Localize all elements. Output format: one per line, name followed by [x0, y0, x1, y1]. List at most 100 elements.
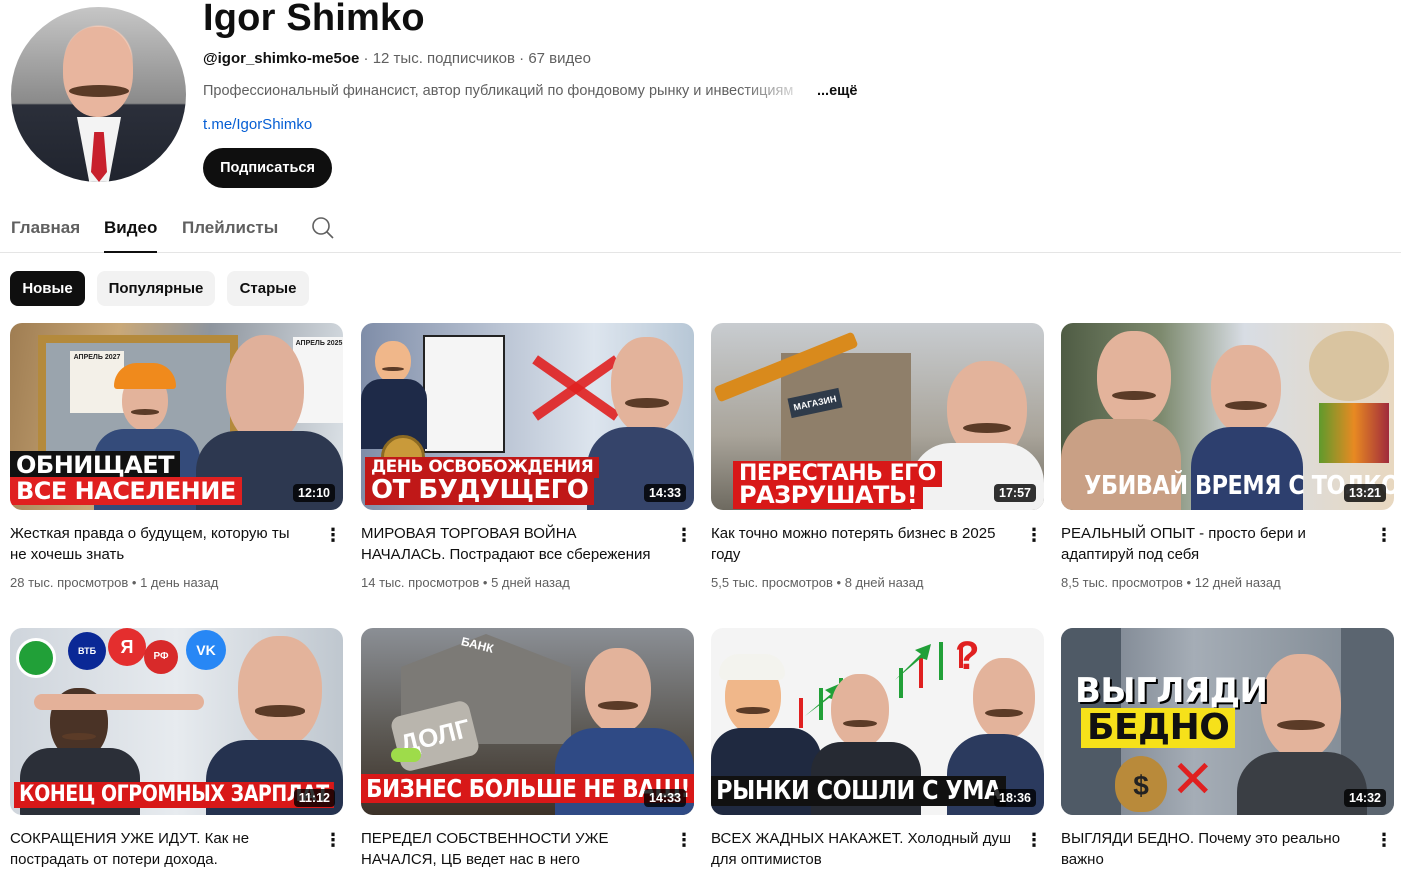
politician-face [831, 674, 889, 748]
video-title[interactable]: ВЫГЛЯДИ БЕДНО. Почему это реально важно [1061, 828, 1361, 870]
video-metadata: 8,5 тыс. просмотров • 12 дней назад [1061, 575, 1281, 590]
description-more-link[interactable]: ...ещё [817, 83, 857, 99]
video-card[interactable]: БАНК ДОЛГ БИЗНЕС БОЛЬШЕ НЕ ВАШ! 14:33 ПЕ… [361, 628, 694, 868]
search-icon[interactable] [311, 216, 335, 240]
video-count: 67 видео [528, 50, 591, 67]
upload-age: 1 день назад [140, 575, 219, 590]
more-vert-icon[interactable]: ⋮ [323, 524, 343, 548]
thumbnail-caption-line1: ОБНИЩАЕТ [10, 451, 181, 479]
upload-age: 8 дней назад [844, 575, 924, 590]
thumbnail-caption-line1: КОНЕЦ ОГРОМНЫХ ЗАРПЛАТ [14, 782, 334, 808]
video-card[interactable]: АПРЕЛЬ 2027 АПРЕЛЬ 2025 ОБНИЩАЕТ ВСЕ НАС… [10, 323, 343, 590]
more-vert-icon[interactable]: ⋮ [1024, 829, 1044, 853]
question-mark-icon: ? [955, 634, 980, 678]
more-vert-icon[interactable]: ⋮ [674, 829, 694, 853]
politician-face [375, 341, 411, 383]
video-thumbnail[interactable]: МАГАЗИН ПЕРЕСТАНЬ ЕГО РАЗРУШАТЬ! 17:57 [711, 323, 1044, 510]
channel-header: Igor Shimko @igor_shimko-me5oe · 12 тыс.… [0, 0, 1401, 200]
video-metadata: 28 тыс. просмотров • 1 день назад [10, 575, 219, 590]
video-card[interactable]: ВТБ Я РФ VK КОНЕЦ ОГРОМНЫХ ЗАРПЛАТ 11:12… [10, 628, 343, 868]
video-card[interactable]: ДЕНЬ ОСВОБОЖДЕНИЯ ОТ БУДУЩЕГО 14:33 МИРО… [361, 323, 694, 590]
video-card[interactable]: ВЫГЛЯДИ БЕДНО $ ✕ 14:32 ВЫГЛЯДИ БЕДНО. П… [1061, 628, 1394, 868]
tab-home[interactable]: Главная [11, 218, 80, 238]
bank-logo-vk-icon: VK [186, 630, 226, 670]
more-vert-icon[interactable]: ⋮ [1024, 524, 1044, 548]
tariff-board [423, 335, 505, 453]
thumbnail-caption-line1: ВЫГЛЯДИ [1075, 671, 1268, 711]
video-metadata: 14 тыс. просмотров • 5 дней назад [361, 575, 570, 590]
thumbnail-caption-line2: ОТ БУДУЩЕГО [365, 475, 595, 505]
person-face [585, 648, 651, 734]
avatar-mustache [69, 85, 129, 97]
channel-title: Igor Shimko [203, 0, 425, 39]
more-vert-icon[interactable]: ⋮ [1374, 524, 1394, 548]
video-card[interactable]: ? РЫНКИ СОШЛИ С УМА 18:36 ВСЕХ ЖАДНЫХ НА… [711, 628, 1044, 868]
person-face [238, 636, 322, 748]
channel-avatar[interactable] [11, 7, 186, 182]
video-thumbnail[interactable]: ? РЫНКИ СОШЛИ С УМА 18:36 [711, 628, 1044, 815]
video-title[interactable]: Жесткая правда о будущем, которую ты не … [10, 523, 310, 565]
subscriber-count: 12 тыс. подписчиков [372, 50, 515, 67]
channel-external-link[interactable]: t.me/IgorShimko [203, 116, 312, 133]
red-x-icon: ✕ [1171, 751, 1215, 809]
video-thumbnail[interactable]: БАНК ДОЛГ БИЗНЕС БОЛЬШЕ НЕ ВАШ! 14:33 [361, 628, 694, 815]
upload-age: 12 дней назад [1194, 575, 1281, 590]
meta-separator: · [519, 50, 525, 67]
view-count: 5,5 тыс. просмотров [711, 575, 833, 590]
video-thumbnail[interactable]: УБИВАЙ ВРЕМЯ С ТОЛКОМ 13:21 [1061, 323, 1394, 510]
video-title[interactable]: ВСЕХ ЖАДНЫХ НАКАЖЕТ. Холодный душ для оп… [711, 828, 1011, 870]
video-card[interactable]: МАГАЗИН ПЕРЕСТАНЬ ЕГО РАЗРУШАТЬ! 17:57 К… [711, 323, 1044, 590]
video-duration: 14:32 [1344, 789, 1386, 807]
video-duration: 14:33 [644, 789, 686, 807]
bank-logo-green-icon [16, 638, 56, 678]
vegetables [1319, 403, 1389, 463]
description-text: Профессиональный финансист, автор публик… [203, 83, 794, 99]
video-thumbnail[interactable]: ДЕНЬ ОСВОБОЖДЕНИЯ ОТ БУДУЩЕГО 14:33 [361, 323, 694, 510]
video-duration: 12:10 [293, 484, 335, 502]
video-thumbnail[interactable]: ВТБ Я РФ VK КОНЕЦ ОГРОМНЫХ ЗАРПЛАТ 11:12 [10, 628, 343, 815]
more-vert-icon[interactable]: ⋮ [1374, 829, 1394, 853]
video-title[interactable]: МИРОВАЯ ТОРГОВАЯ ВОЙНА НАЧАЛАСЬ. Пострад… [361, 523, 661, 565]
view-count: 8,5 тыс. просмотров [1061, 575, 1183, 590]
video-duration: 17:57 [994, 484, 1036, 502]
video-thumbnail[interactable]: АПРЕЛЬ 2027 АПРЕЛЬ 2025 ОБНИЩАЕТ ВСЕ НАС… [10, 323, 343, 510]
video-card[interactable]: УБИВАЙ ВРЕМЯ С ТОЛКОМ 13:21 РЕАЛЬНЫЙ ОПЫ… [1061, 323, 1394, 590]
subscribe-button[interactable]: Подписаться [203, 148, 332, 188]
person-face [973, 658, 1035, 740]
hard-hat [114, 363, 176, 389]
tab-playlists[interactable]: Плейлисты [182, 218, 278, 238]
thumbnail-caption-line2: ВСЕ НАСЕЛЕНИЕ [10, 477, 242, 505]
food-plate [1309, 331, 1389, 401]
channel-tabs: Главная Видео Плейлисты [0, 210, 1401, 253]
bank-logo-vtb-icon: ВТБ [68, 632, 106, 670]
fallen-figure [391, 748, 421, 762]
channel-description[interactable]: Профессиональный финансист, автор публик… [203, 83, 857, 99]
meta-separator: · [363, 50, 369, 67]
chip-oldest[interactable]: Старые [227, 271, 309, 306]
video-thumbnail[interactable]: ВЫГЛЯДИ БЕДНО $ ✕ 14:32 [1061, 628, 1394, 815]
person-face [1097, 331, 1171, 427]
channel-handle[interactable]: @igor_shimko-me5oe [203, 50, 359, 67]
politician-hair [719, 654, 785, 680]
tab-videos[interactable]: Видео [104, 218, 158, 253]
video-title[interactable]: ПЕРЕДЕЛ СОБСТВЕННОСТИ УЖЕ НАЧАЛСЯ, ЦБ ве… [361, 828, 661, 870]
bank-logo-rf-icon: РФ [144, 640, 178, 674]
channel-meta: @igor_shimko-me5oe · 12 тыс. подписчиков… [203, 50, 591, 67]
video-duration: 14:33 [644, 484, 686, 502]
video-duration: 11:12 [293, 789, 335, 807]
more-vert-icon[interactable]: ⋮ [323, 829, 343, 853]
video-title[interactable]: Как точно можно потерять бизнес в 2025 г… [711, 523, 1011, 565]
avatar-face [63, 27, 133, 117]
video-duration: 13:21 [1344, 484, 1386, 502]
more-vert-icon[interactable]: ⋮ [674, 524, 694, 548]
bank-logo-yandex-icon: Я [108, 628, 146, 666]
bald-head-back [226, 335, 304, 445]
thumbnail-caption-line2: РАЗРУШАТЬ! [733, 481, 924, 509]
chip-popular[interactable]: Популярные [97, 271, 215, 306]
thumbnail-caption-line1: РЫНКИ СОШЛИ С УМА [711, 776, 1007, 806]
chip-newest[interactable]: Новые [10, 271, 85, 306]
view-count: 14 тыс. просмотров [361, 575, 480, 590]
video-title[interactable]: РЕАЛЬНЫЙ ОПЫТ - просто бери и адаптируй … [1061, 523, 1361, 565]
thumbnail-caption-line2: БЕДНО [1081, 708, 1236, 748]
video-title[interactable]: СОКРАЩЕНИЯ УЖЕ ИДУТ. Как не пострадать о… [10, 828, 310, 870]
